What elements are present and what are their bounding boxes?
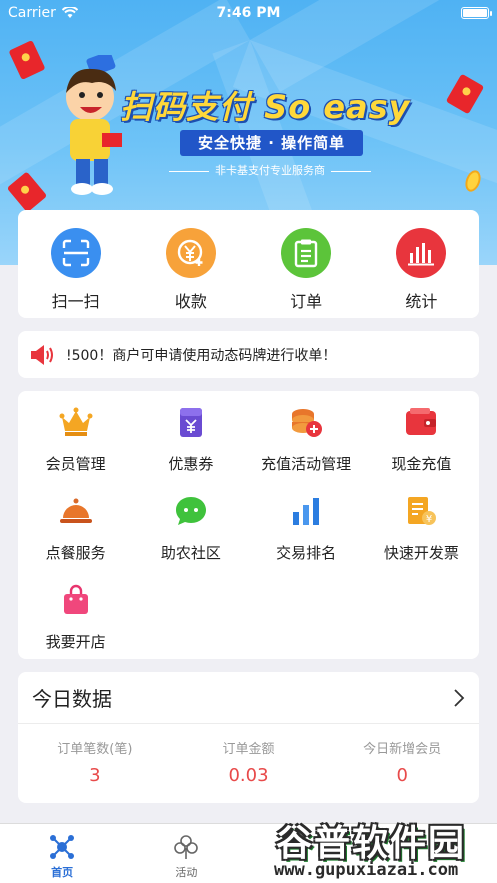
notice-bar[interactable]: !500！商户可申请使用动态码牌进行收单！: [18, 331, 479, 378]
service-label: 充值活动管理: [261, 455, 352, 473]
stat-order-amount: 订单金额 0.03: [172, 738, 326, 786]
stat-value: 0.03: [228, 765, 269, 786]
service-label: 优惠券: [168, 455, 214, 473]
svg-text:¥: ¥: [426, 514, 432, 525]
quick-action-label: 收款: [174, 292, 207, 311]
coins-plus-icon: [287, 403, 325, 441]
invoice-icon: ¥: [402, 492, 440, 530]
dish-cover-icon: [57, 492, 95, 530]
service-member-management[interactable]: 会员管理: [18, 403, 133, 492]
stat-label: 今日新增会员: [363, 742, 442, 757]
speaker-icon: [31, 344, 53, 365]
quick-action-stats[interactable]: 统计: [364, 210, 479, 318]
tab-label: 首页: [51, 866, 74, 879]
status-time: 7:46 PM: [216, 5, 281, 21]
shopping-bag-icon: [57, 581, 95, 619]
service-cash-recharge[interactable]: 现金充值: [364, 403, 479, 492]
today-stats-title: 今日数据: [32, 687, 112, 711]
watermark-url: www.gupuxiazai.com: [274, 860, 459, 880]
clover-icon: [174, 835, 199, 859]
service-label: 会员管理: [45, 455, 106, 473]
banner-title: 扫码支付 So easy: [120, 88, 411, 126]
quick-action-label: 扫一扫: [51, 292, 100, 311]
chat-bubble-icon: [172, 492, 210, 530]
today-stats-header[interactable]: 今日数据: [18, 672, 479, 724]
service-trade-ranking[interactable]: 交易排名: [249, 492, 364, 581]
quick-actions-card: 扫一扫 收款 订单 统计: [18, 210, 479, 318]
quick-action-scan[interactable]: 扫一扫: [18, 210, 133, 318]
quick-action-orders[interactable]: 订单: [249, 210, 364, 318]
stat-value: 3: [89, 765, 101, 786]
status-bar: Carrier 7:46 PM: [0, 0, 497, 26]
service-label: 点餐服务: [45, 544, 106, 562]
service-label: 快速开发票: [383, 544, 459, 562]
red-packet-icon: [445, 73, 485, 115]
service-quick-invoice[interactable]: ¥ 快速开发票: [364, 492, 479, 581]
battery-icon: [461, 7, 492, 19]
stat-value: 0: [396, 765, 408, 786]
yuan-receive-icon: [165, 228, 216, 278]
watermark: 谷普软件园 www.gupuxiazai.com: [268, 812, 497, 883]
banner-tagline: 非卡基支付专业服务商: [160, 162, 380, 178]
crown-icon: [57, 403, 95, 441]
chevron-right-icon: [454, 688, 465, 707]
quick-action-label: 订单: [290, 292, 323, 311]
ranking-bars-icon: [287, 492, 325, 530]
service-recharge-activity[interactable]: 充值活动管理: [249, 403, 364, 492]
service-label: 交易排名: [276, 544, 337, 562]
notice-text: !500！商户可申请使用动态码牌进行收单！: [66, 347, 337, 364]
scan-icon: [50, 228, 101, 278]
service-open-store[interactable]: 我要开店: [18, 581, 133, 670]
stat-new-members: 今日新增会员 0: [325, 738, 479, 786]
tab-label: 活动: [175, 866, 198, 879]
service-coupon[interactable]: 优惠券: [133, 403, 248, 492]
tab-activity[interactable]: 活动: [124, 824, 248, 883]
watermark-title: 谷普软件园: [276, 823, 467, 864]
coupon-icon: [172, 403, 210, 441]
home-network-icon: [50, 835, 75, 859]
banner-subtitle: 安全快捷 · 操作简单: [180, 130, 364, 156]
stat-label: 订单笔数(笔): [57, 742, 133, 757]
stat-order-count: 订单笔数(笔) 3: [18, 738, 172, 786]
bar-stats-icon: [396, 228, 447, 278]
service-label: 现金充值: [391, 455, 452, 473]
quick-action-receive[interactable]: 收款: [133, 210, 248, 318]
stat-label: 订单金额: [222, 742, 275, 757]
service-farmer-community[interactable]: 助农社区: [133, 492, 248, 581]
quick-action-label: 统计: [405, 292, 438, 311]
tab-home[interactable]: 首页: [0, 824, 124, 883]
service-ordering[interactable]: 点餐服务: [18, 492, 133, 581]
order-list-icon: [281, 228, 332, 278]
wallet-icon: [402, 403, 440, 441]
service-label: 我要开店: [45, 633, 106, 651]
today-stats-card: 今日数据 订单笔数(笔) 3 订单金额 0.03 今日新增会员 0: [18, 672, 479, 803]
service-label: 助农社区: [160, 544, 221, 562]
services-grid: 会员管理 优惠券 充值活动管理 现金充值 点餐服务 助农社区 交易排名 ¥ 快速…: [18, 391, 479, 659]
